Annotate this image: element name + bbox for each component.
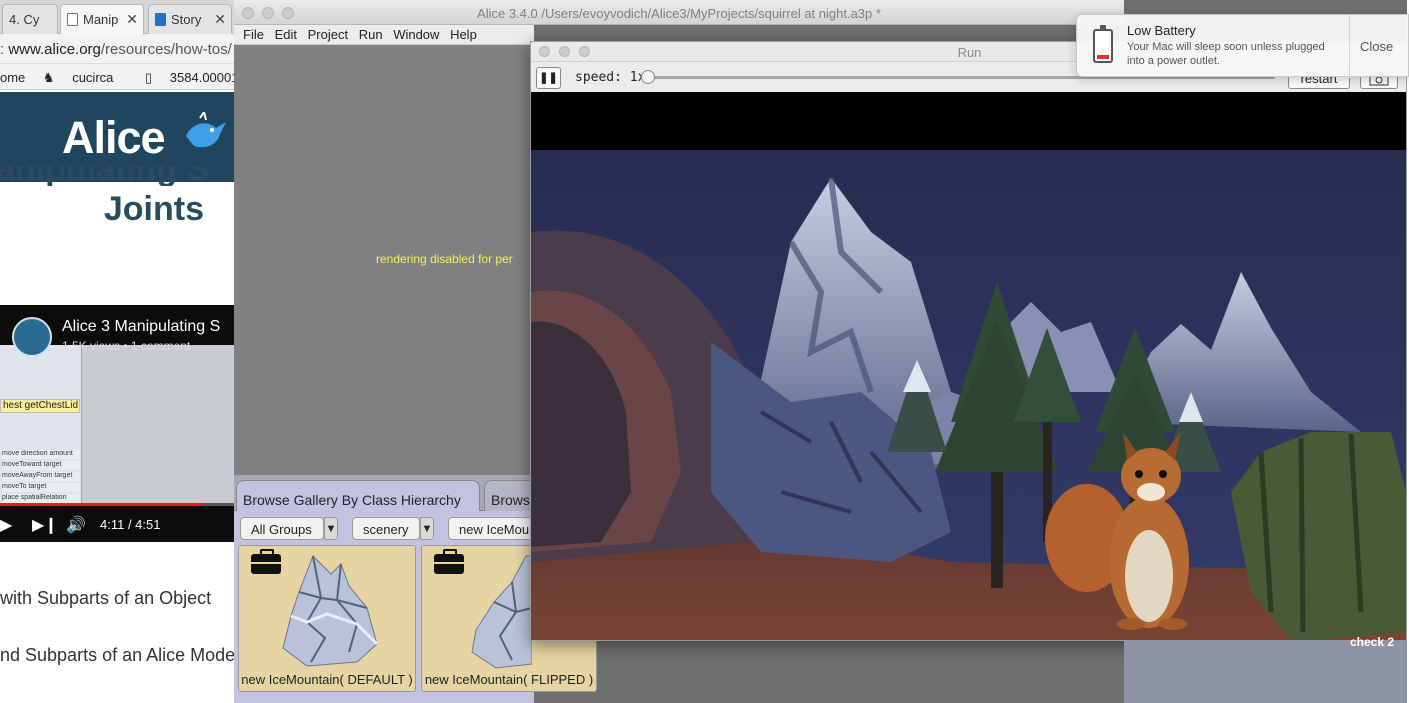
run-title: Run bbox=[957, 45, 982, 60]
tab-label: 4. Cy bbox=[9, 12, 40, 27]
address-bar[interactable]: : www.alice.org/resources/how-tos/ bbox=[0, 34, 234, 64]
ice-mountain-thumbnail bbox=[282, 555, 379, 667]
ice-mountain-flipped-thumbnail bbox=[471, 555, 532, 669]
group-filter-select[interactable]: All Groups bbox=[240, 517, 324, 540]
scene-render[interactable] bbox=[531, 92, 1406, 640]
desktop-wallpaper bbox=[1124, 640, 1409, 703]
menu-file[interactable]: File bbox=[243, 27, 264, 42]
gallery-item-icemountain-default[interactable]: new IceMountain( DEFAULT ) bbox=[238, 545, 416, 692]
page-title: Joints bbox=[103, 190, 204, 228]
video-title[interactable]: Alice 3 Manipulating S bbox=[62, 318, 220, 336]
notification-title: Low Battery bbox=[1127, 23, 1196, 38]
video-procedure-row: place spatialRelation bbox=[2, 494, 80, 503]
alice-bird-logo-icon bbox=[186, 112, 226, 148]
video-procedure-row: moveAwayFrom target bbox=[2, 472, 80, 481]
letterbox-top bbox=[531, 92, 1406, 150]
video-code-tile: hest getChestLid bbox=[0, 399, 80, 413]
browser-tab-1[interactable]: 4. Cy bbox=[2, 4, 58, 34]
bookmarks-bar: ome ♞ cucirca ▯ 3584.000017459 bbox=[0, 64, 234, 90]
menu-window[interactable]: Window bbox=[393, 27, 439, 42]
bookmark-item[interactable]: ome bbox=[0, 70, 25, 85]
gallery-item-label: new IceMountain( DEFAULT ) bbox=[241, 672, 413, 687]
video-procedure-row: move direction amount bbox=[2, 450, 80, 459]
video-progress-bar[interactable] bbox=[0, 503, 234, 506]
page-heading-partial: anipulating S bbox=[0, 166, 210, 186]
browser-tab-2[interactable]: Manip ✕ bbox=[60, 4, 144, 34]
chevron-down-icon[interactable]: ▼ bbox=[420, 517, 434, 540]
tab-label: Manip bbox=[83, 12, 119, 27]
category-filter-select[interactable]: scenery bbox=[352, 517, 420, 540]
alice-logo[interactable]: Alice bbox=[62, 112, 166, 164]
menu-help[interactable]: Help bbox=[450, 27, 477, 42]
run-window: Run ❚❚ speed: 1x restart bbox=[530, 41, 1407, 641]
menu-project[interactable]: Project bbox=[308, 27, 348, 42]
video-procedure-row: moveToward target bbox=[2, 461, 80, 470]
volume-icon[interactable]: 🔊 bbox=[66, 515, 86, 535]
address-path: /resources/how-tos/ bbox=[100, 41, 232, 58]
bookmark-label: 3584.000017459 bbox=[169, 70, 234, 85]
desktop-file-label[interactable]: check 2 bbox=[1350, 635, 1394, 649]
minimize-window-icon[interactable] bbox=[262, 7, 274, 19]
video-procedures-panel bbox=[0, 345, 82, 505]
play-icon[interactable]: ▶ bbox=[0, 515, 12, 535]
browser-tab-bar: 4. Cy Manip ✕ Story ✕ bbox=[0, 0, 234, 34]
speed-label: speed: 1x bbox=[575, 70, 646, 85]
close-tab-icon[interactable]: ✕ bbox=[126, 11, 138, 28]
tab-label: Story bbox=[171, 12, 202, 27]
video-procedure-row: moveTo target bbox=[2, 483, 80, 492]
browser-tab-3[interactable]: Story ✕ bbox=[148, 4, 232, 34]
document-icon bbox=[67, 13, 78, 26]
page-link[interactable]: nd Subparts of an Alice Mode bbox=[0, 645, 234, 666]
video-meta: 1.5K views • 1 comment bbox=[62, 339, 191, 353]
toolbox-icon bbox=[434, 549, 464, 574]
bookmark-item[interactable]: ▯ 3584.000017459 bbox=[145, 70, 234, 85]
pause-button[interactable]: ❚❚ bbox=[536, 67, 561, 89]
tab-browse-by-class[interactable]: Browse Gallery By Class Hierarchy bbox=[236, 480, 480, 511]
menu-run[interactable]: Run bbox=[359, 27, 383, 42]
bookmark-item[interactable]: ♞ cucirca bbox=[43, 70, 127, 85]
minimize-window-icon[interactable] bbox=[559, 46, 570, 57]
chevron-down-icon[interactable]: ▼ bbox=[324, 517, 338, 540]
browser-window: 4. Cy Manip ✕ Story ✕ : www.alice.org/re… bbox=[0, 0, 234, 703]
notification-divider bbox=[1349, 15, 1350, 78]
menu-edit[interactable]: Edit bbox=[275, 27, 297, 42]
notification-body: Your Mac will sleep soon unless plugged … bbox=[1127, 41, 1325, 67]
rendering-disabled-message: rendering disabled for per bbox=[376, 252, 513, 266]
file-icon: ▯ bbox=[145, 70, 156, 85]
address-domain: www.alice.org bbox=[8, 41, 101, 58]
zoom-window-icon[interactable] bbox=[579, 46, 590, 57]
gallery-tab-bar: Browse Gallery By Class Hierarchy Brows bbox=[234, 475, 544, 511]
channel-avatar[interactable] bbox=[12, 317, 52, 357]
close-window-icon[interactable] bbox=[242, 7, 254, 19]
zoom-window-icon[interactable] bbox=[282, 7, 294, 19]
ide-menubar: File Edit Project Run Window Help bbox=[234, 25, 534, 45]
video-time: 4:11 / 4:51 bbox=[100, 517, 161, 532]
battery-low-icon bbox=[1093, 25, 1113, 63]
low-battery-notification: Low Battery Your Mac will sleep soon unl… bbox=[1076, 14, 1409, 78]
cucirca-icon: ♞ bbox=[42, 70, 59, 85]
close-window-icon[interactable] bbox=[539, 46, 550, 57]
page-link[interactable]: with Subparts of an Object bbox=[0, 588, 211, 609]
video-player[interactable]: hest getChestLid move direction amount m… bbox=[0, 305, 234, 542]
close-tab-icon[interactable]: ✕ bbox=[214, 11, 226, 28]
gallery-item-label: new IceMountain( FLIPPED ) bbox=[424, 672, 594, 687]
notification-close-button[interactable]: Close bbox=[1360, 39, 1393, 54]
ide-title: Alice 3.4.0 /Users/evoyvodich/Alice3/MyP… bbox=[477, 6, 881, 21]
ide-title-bar: Alice 3.4.0 /Users/evoyvodich/Alice3/MyP… bbox=[234, 0, 1124, 25]
speed-slider-handle[interactable] bbox=[641, 70, 655, 84]
bookmark-label: cucirca bbox=[72, 70, 114, 85]
next-icon[interactable]: ▶❙ bbox=[32, 515, 58, 535]
story-icon bbox=[155, 13, 166, 26]
video-controls: ▶ ▶❙ 🔊 4:11 / 4:51 bbox=[0, 511, 234, 541]
video-progress-fill bbox=[0, 503, 202, 506]
